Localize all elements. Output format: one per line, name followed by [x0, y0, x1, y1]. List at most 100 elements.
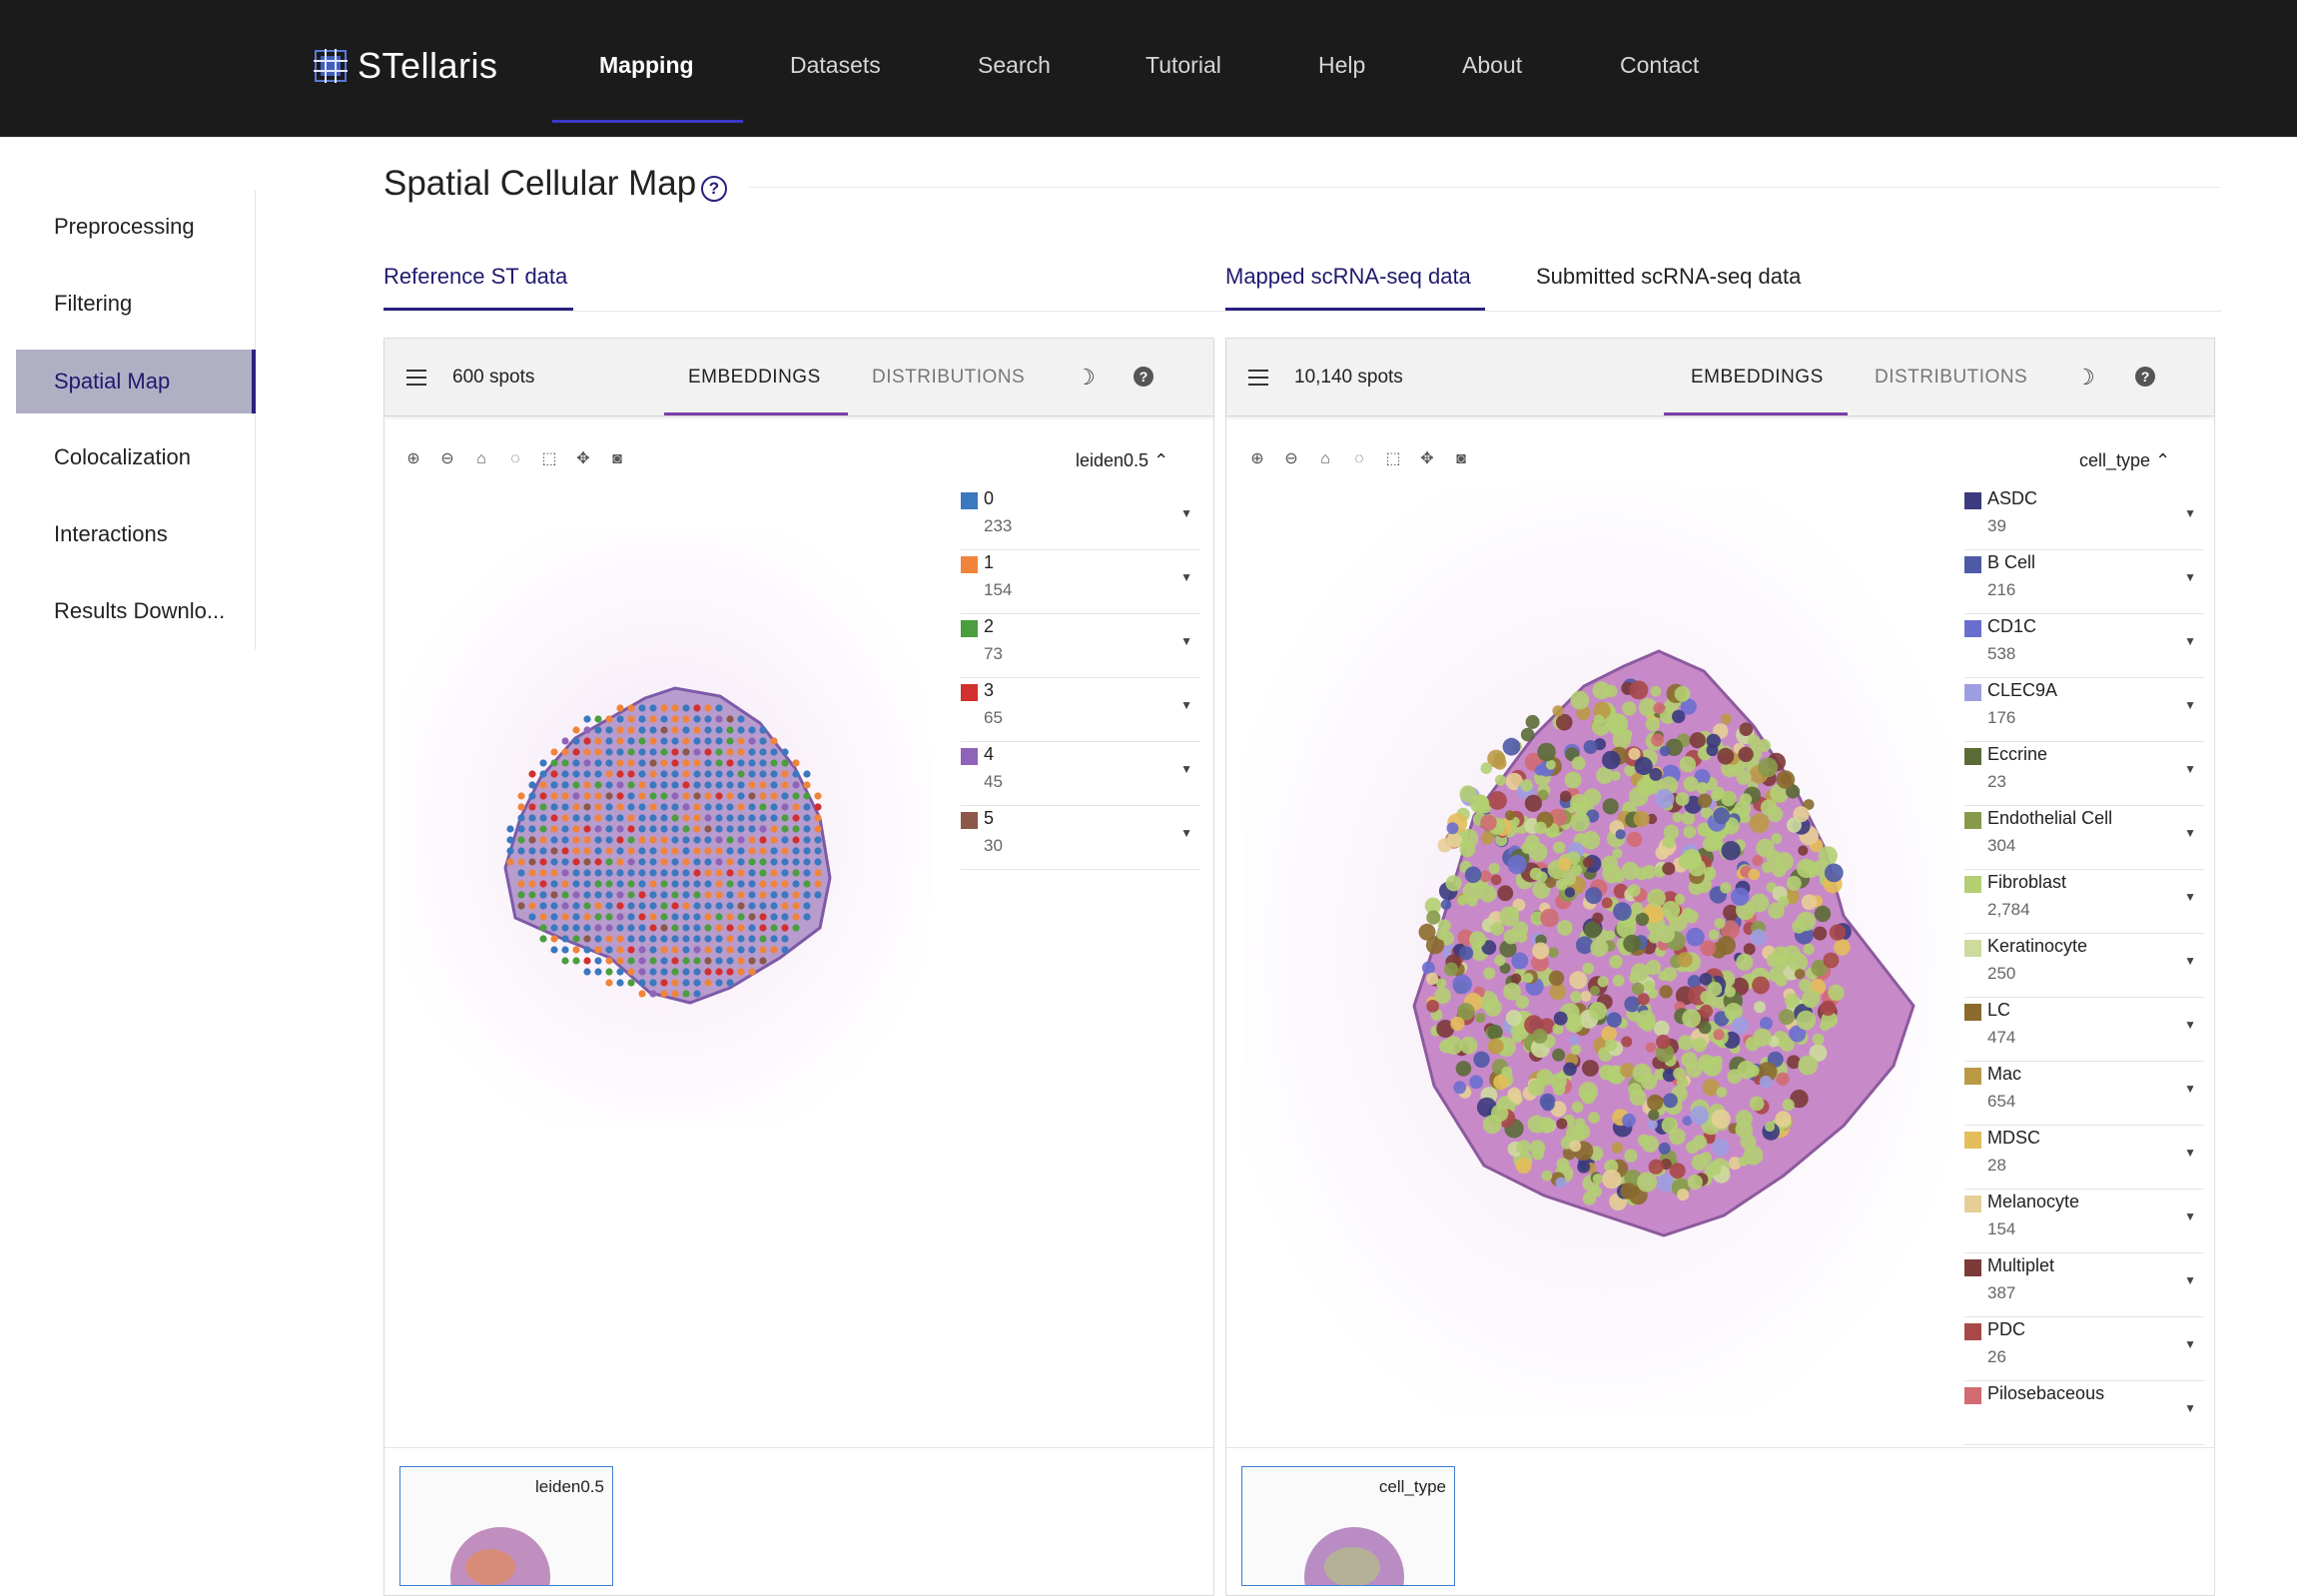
legend-item[interactable]: MDSC 28 ▼ [1964, 1126, 2204, 1190]
chevron-down-icon[interactable]: ▼ [2184, 570, 2196, 584]
nav-mapping[interactable]: Mapping [599, 52, 694, 79]
chevron-down-icon[interactable]: ▼ [2184, 698, 2196, 712]
legend-item[interactable]: Keratinocyte 250 ▼ [1964, 934, 2204, 998]
chevron-down-icon[interactable]: ▼ [2184, 1082, 2196, 1096]
legend-item[interactable]: Eccrine 23 ▼ [1964, 742, 2204, 806]
chevron-down-icon[interactable]: ▼ [2184, 634, 2196, 648]
cell [1569, 1140, 1582, 1153]
cell [1552, 1048, 1566, 1062]
pan-icon[interactable]: ✥ [1418, 450, 1436, 468]
zoom-out-icon[interactable]: ⊖ [1282, 450, 1300, 468]
legend-item[interactable]: 3 65 ▼ [961, 678, 1200, 742]
legend-item[interactable]: ASDC 39 ▼ [1964, 486, 2204, 550]
tab-mapped-scrna[interactable]: Mapped scRNA-seq data [1225, 264, 1471, 290]
legend-item[interactable]: Melanocyte 154 ▼ [1964, 1190, 2204, 1253]
lasso-icon[interactable]: ◌ [1350, 450, 1368, 468]
chevron-down-icon[interactable]: ▼ [2184, 890, 2196, 904]
box-select-icon[interactable]: ⬚ [1384, 450, 1402, 468]
tab-submitted-scrna[interactable]: Submitted scRNA-seq data [1536, 264, 1801, 290]
spot [561, 957, 569, 965]
legend-item[interactable]: Multiplet 387 ▼ [1964, 1253, 2204, 1317]
chevron-down-icon[interactable]: ▼ [1180, 506, 1192, 520]
tab-distributions[interactable]: DISTRIBUTIONS [1875, 367, 2027, 389]
legend-item[interactable]: CLEC9A 176 ▼ [1964, 678, 2204, 742]
chevron-down-icon[interactable]: ▼ [2184, 1273, 2196, 1287]
tab-reference-st[interactable]: Reference ST data [383, 264, 567, 290]
zoom-out-icon[interactable]: ⊖ [438, 450, 456, 468]
sidebar-item-filtering[interactable]: Filtering [16, 272, 256, 336]
color-by-selector[interactable]: cell_type ⌃ [2079, 450, 2170, 471]
chevron-down-icon[interactable]: ▼ [1180, 698, 1192, 712]
camera-icon[interactable]: ◙ [608, 450, 626, 468]
sidebar-item-preprocessing[interactable]: Preprocessing [16, 195, 256, 259]
menu-icon[interactable] [406, 370, 426, 386]
legend-item[interactable]: CD1C 538 ▼ [1964, 614, 2204, 678]
minimap-thumbnail[interactable]: cell_type [1241, 1466, 1455, 1586]
chevron-down-icon[interactable]: ▼ [2184, 1337, 2196, 1351]
legend-item[interactable]: 5 30 ▼ [961, 806, 1200, 870]
spatial-plot[interactable] [1244, 486, 1953, 1415]
moon-icon[interactable]: ☽ [1076, 365, 1096, 391]
legend-item[interactable]: 1 154 ▼ [961, 550, 1200, 614]
legend-item[interactable]: LC 474 ▼ [1964, 998, 2204, 1062]
cell [1592, 1174, 1604, 1185]
chevron-down-icon[interactable]: ▼ [2184, 1146, 2196, 1160]
sidebar-item-spatial-map[interactable]: Spatial Map [16, 350, 256, 413]
home-icon[interactable]: ⌂ [472, 450, 490, 468]
tab-embeddings[interactable]: EMBEDDINGS [688, 367, 821, 389]
box-select-icon[interactable]: ⬚ [540, 450, 558, 468]
camera-icon[interactable]: ◙ [1452, 450, 1470, 468]
chevron-down-icon[interactable]: ▼ [2184, 954, 2196, 968]
chevron-down-icon[interactable]: ▼ [1180, 762, 1192, 776]
chevron-down-icon[interactable]: ▼ [1180, 570, 1192, 584]
help-icon[interactable]: ? [2135, 367, 2155, 387]
chevron-down-icon[interactable]: ▼ [2184, 826, 2196, 840]
legend-item[interactable]: Fibroblast 2,784 ▼ [1964, 870, 2204, 934]
tab-embeddings[interactable]: EMBEDDINGS [1691, 367, 1824, 389]
lasso-icon[interactable]: ◌ [506, 450, 524, 468]
help-icon[interactable]: ? [701, 176, 727, 202]
pan-icon[interactable]: ✥ [574, 450, 592, 468]
help-icon[interactable]: ? [1134, 367, 1153, 387]
spot [638, 957, 646, 965]
chevron-down-icon[interactable]: ▼ [1180, 634, 1192, 648]
chevron-down-icon[interactable]: ▼ [1180, 826, 1192, 840]
sidebar-item-results-download[interactable]: Results Downlo... [16, 579, 256, 643]
spot [803, 781, 811, 789]
chevron-down-icon[interactable]: ▼ [2184, 506, 2196, 520]
chevron-down-icon[interactable]: ▼ [2184, 1209, 2196, 1223]
sidebar-item-interactions[interactable]: Interactions [16, 502, 256, 566]
nav-help[interactable]: Help [1318, 52, 1365, 79]
nav-search[interactable]: Search [978, 52, 1051, 79]
legend-item[interactable]: Endothelial Cell 304 ▼ [1964, 806, 2204, 870]
nav-contact[interactable]: Contact [1620, 52, 1699, 79]
menu-icon[interactable] [1248, 370, 1268, 386]
spatial-plot[interactable] [400, 528, 930, 1128]
legend-item[interactable]: 0 233 ▼ [961, 486, 1200, 550]
moon-icon[interactable]: ☽ [2075, 365, 2095, 391]
nav-tutorial[interactable]: Tutorial [1146, 52, 1221, 79]
spot [572, 913, 580, 921]
minimap-thumbnail[interactable]: leiden0.5 [399, 1466, 613, 1586]
legend-swatch [1964, 1259, 1981, 1276]
app-logo[interactable]: STellaris [314, 44, 498, 88]
zoom-in-icon[interactable]: ⊕ [1248, 450, 1266, 468]
legend-item[interactable]: Pilosebaceous ▼ [1964, 1381, 2204, 1445]
legend-swatch [1964, 684, 1981, 701]
legend-item[interactable]: 2 73 ▼ [961, 614, 1200, 678]
tab-distributions[interactable]: DISTRIBUTIONS [872, 367, 1025, 389]
chevron-down-icon[interactable]: ▼ [2184, 762, 2196, 776]
home-icon[interactable]: ⌂ [1316, 450, 1334, 468]
legend-item[interactable]: B Cell 216 ▼ [1964, 550, 2204, 614]
legend-item[interactable]: PDC 26 ▼ [1964, 1317, 2204, 1381]
chevron-down-icon[interactable]: ▼ [2184, 1018, 2196, 1032]
zoom-in-icon[interactable]: ⊕ [404, 450, 422, 468]
nav-about[interactable]: About [1462, 52, 1522, 79]
legend-item[interactable]: 4 45 ▼ [961, 742, 1200, 806]
nav-datasets[interactable]: Datasets [790, 52, 881, 79]
sidebar-item-colocalization[interactable]: Colocalization [16, 425, 256, 489]
legend-item[interactable]: Mac 654 ▼ [1964, 1062, 2204, 1126]
chevron-down-icon[interactable]: ▼ [2184, 1401, 2196, 1415]
spot [737, 902, 745, 910]
color-by-selector[interactable]: leiden0.5 ⌃ [1076, 450, 1168, 471]
